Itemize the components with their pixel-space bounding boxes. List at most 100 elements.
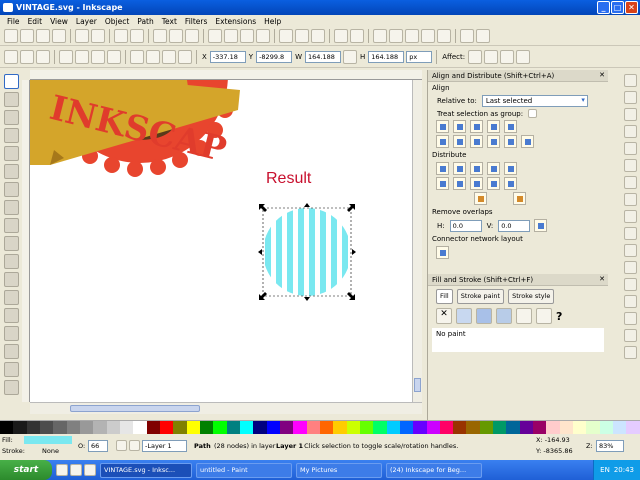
preferences-icon[interactable] — [460, 29, 474, 43]
duplicate-icon[interactable] — [279, 29, 293, 43]
import-icon[interactable] — [75, 29, 89, 43]
align-left-icon[interactable] — [453, 120, 466, 133]
palette-swatch[interactable] — [506, 421, 520, 434]
move-gradients-icon[interactable] — [500, 49, 515, 64]
calligraphy-tool-icon[interactable] — [3, 272, 19, 287]
gradient-tool-icon[interactable] — [3, 362, 19, 377]
zoom-field[interactable]: 83% — [596, 440, 624, 452]
canvas-horizontal-scrollbar[interactable] — [30, 402, 422, 414]
treat-group-checkbox[interactable] — [528, 109, 538, 118]
snap-bbox-midpoints-icon[interactable] — [623, 142, 637, 155]
palette-swatch[interactable] — [346, 421, 360, 434]
tweak-tool-icon[interactable] — [3, 110, 19, 125]
lower-icon[interactable] — [162, 49, 176, 64]
quick-launch-icon[interactable] — [56, 464, 68, 476]
snap-grids-icon[interactable] — [623, 329, 637, 342]
palette-swatch[interactable] — [519, 421, 534, 434]
palette-swatch[interactable] — [439, 421, 454, 434]
tab-fill[interactable]: Fill — [436, 289, 453, 304]
palette-swatch[interactable] — [319, 421, 334, 434]
palette-swatch[interactable] — [173, 421, 187, 434]
move-patterns-icon[interactable] — [516, 49, 531, 64]
palette-swatch[interactable] — [226, 421, 240, 434]
distribute-right-edges-icon[interactable] — [470, 162, 483, 175]
node-tool-icon[interactable] — [3, 92, 19, 107]
tab-stroke-style[interactable]: Stroke style — [508, 289, 555, 304]
swatch-icon[interactable] — [536, 308, 552, 324]
snap-bbox-edges-icon[interactable] — [623, 108, 637, 121]
flat-color-icon[interactable] — [456, 308, 472, 324]
distribute-gaps-v-icon[interactable] — [487, 177, 500, 190]
align-right-icon[interactable] — [487, 120, 500, 133]
palette-swatch[interactable] — [199, 421, 214, 434]
menu-filters[interactable]: Filters — [181, 17, 211, 26]
paste-icon[interactable] — [185, 29, 199, 43]
pattern-icon[interactable] — [516, 308, 532, 324]
snap-intersections-icon[interactable] — [623, 210, 637, 223]
quick-launch-icon[interactable] — [84, 464, 96, 476]
distribute-gaps-h-icon[interactable] — [487, 162, 500, 175]
h-field[interactable]: 164.188 — [368, 50, 405, 63]
text-tool-icon[interactable] — [3, 290, 19, 305]
align-icon[interactable] — [437, 29, 451, 43]
overlap-h-field[interactable]: 0.0 — [449, 219, 482, 232]
palette-swatch[interactable] — [26, 421, 40, 434]
center-vertical-axis-icon[interactable] — [470, 120, 483, 133]
flip-horizontal-icon[interactable] — [91, 49, 105, 64]
snap-bbox-centers-icon[interactable] — [623, 159, 637, 172]
center-horizontal-axis-icon[interactable] — [470, 135, 483, 148]
tab-stroke-paint[interactable]: Stroke paint — [456, 289, 505, 304]
menu-path[interactable]: Path — [133, 17, 157, 26]
undo-icon[interactable] — [114, 29, 128, 43]
zoom-page-icon[interactable] — [240, 29, 254, 43]
align-top-icon[interactable] — [453, 135, 466, 148]
palette-swatch[interactable] — [573, 421, 587, 434]
align-baselines-icon[interactable] — [521, 135, 534, 148]
new-document-icon[interactable] — [4, 29, 18, 43]
task-my-pictures[interactable]: My Pictures — [296, 462, 382, 478]
pencil-tool-icon[interactable] — [3, 236, 19, 251]
distribute-centers-h-icon[interactable] — [453, 162, 466, 175]
close-icon[interactable]: ✕ — [599, 275, 605, 283]
unset-paint-icon[interactable]: ? — [556, 310, 562, 323]
palette-swatch[interactable] — [613, 421, 627, 434]
palette-swatch[interactable] — [373, 421, 387, 434]
palette-swatch[interactable] — [466, 421, 480, 434]
print-icon[interactable] — [52, 29, 66, 43]
palette-swatch[interactable] — [426, 421, 440, 434]
palette-swatch[interactable] — [493, 421, 507, 434]
rotate-cw-icon[interactable] — [75, 49, 89, 64]
snap-bbox-icon[interactable] — [623, 91, 637, 104]
rotate-ccw-icon[interactable] — [59, 49, 73, 64]
palette-swatch[interactable] — [186, 421, 200, 434]
redo-icon[interactable] — [130, 29, 144, 43]
start-button[interactable]: start — [0, 460, 52, 480]
lower-to-bottom-icon[interactable] — [178, 49, 192, 64]
raise-to-top-icon[interactable] — [130, 49, 144, 64]
palette-swatch[interactable] — [253, 421, 267, 434]
canvas-vertical-scrollbar[interactable] — [412, 80, 422, 402]
palette-swatch[interactable] — [453, 421, 467, 434]
zoom-drawing-icon[interactable] — [224, 29, 238, 43]
3d-box-tool-icon[interactable] — [3, 164, 19, 179]
eye-icon[interactable] — [116, 440, 127, 451]
palette-swatch[interactable] — [333, 421, 347, 434]
radial-gradient-icon[interactable] — [496, 308, 512, 324]
bucket-tool-icon[interactable] — [3, 344, 19, 359]
result-label[interactable]: Result — [266, 170, 311, 188]
palette-swatch[interactable] — [66, 421, 80, 434]
menu-extensions[interactable]: Extensions — [211, 17, 260, 26]
close-icon[interactable]: ✕ — [599, 71, 605, 79]
rectangle-tool-icon[interactable] — [3, 146, 19, 161]
palette-swatch[interactable] — [306, 421, 320, 434]
distribute-bottom-edges-icon[interactable] — [470, 177, 483, 190]
raise-icon[interactable] — [146, 49, 160, 64]
palette-swatch[interactable] — [213, 421, 227, 434]
zoom-width-icon[interactable] — [256, 29, 270, 43]
distribute-baselines-v-icon[interactable] — [504, 177, 517, 190]
zoom-tool-icon[interactable] — [3, 128, 19, 143]
text-font-icon[interactable] — [389, 29, 403, 43]
snap-guides-icon[interactable] — [623, 346, 637, 359]
spray-tool-icon[interactable] — [3, 308, 19, 323]
palette-swatch[interactable] — [359, 421, 374, 434]
